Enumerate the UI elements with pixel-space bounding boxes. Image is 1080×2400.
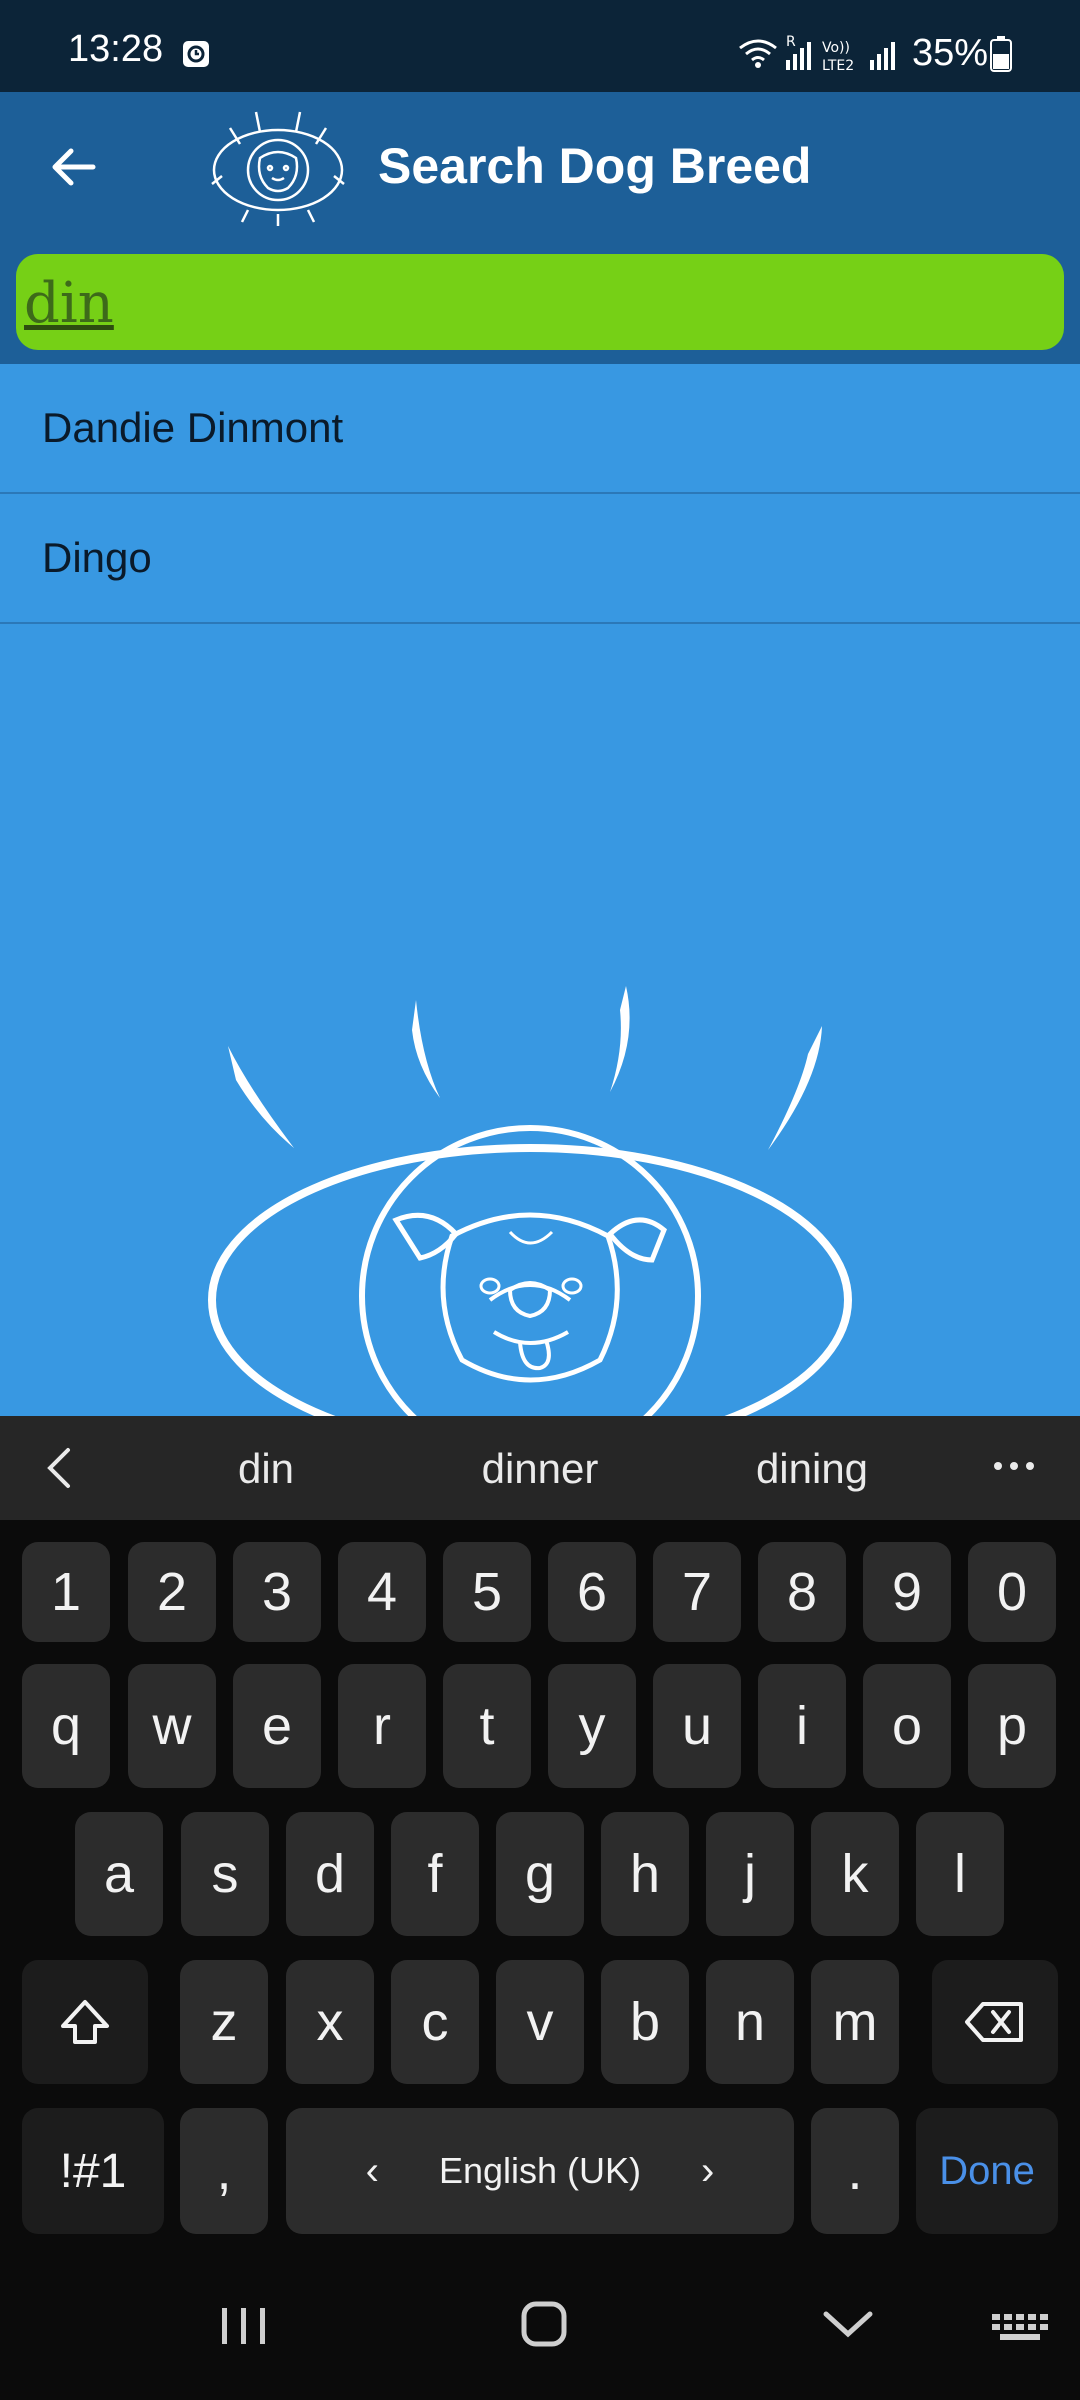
key-e[interactable]: e [233,1664,321,1788]
chevron-right-icon: › [701,2148,715,2193]
key-l[interactable]: l [916,1812,1004,1936]
period-key[interactable]: . [811,2108,899,2234]
key-5[interactable]: 5 [443,1542,531,1642]
key-b[interactable]: b [601,1960,689,2084]
backspace-icon [965,2002,1023,2042]
battery-percent: 35% [912,32,989,74]
search-box[interactable] [16,254,1064,350]
key-z[interactable]: z [180,1960,268,2084]
status-bar: 13:28 R Vo)) LTE2 35% [0,0,1080,92]
home-icon[interactable] [504,2290,584,2360]
battery-icon [990,36,1012,72]
alarm-icon [183,41,209,67]
key-w[interactable]: w [128,1664,216,1788]
key-f[interactable]: f [391,1812,479,1936]
recent-apps-icon[interactable] [204,2290,284,2360]
keyboard: 1 2 3 4 5 6 7 8 9 0 q w e r t y u i o p … [0,1520,1080,2250]
nav-bar [0,2250,1080,2400]
chevron-left-icon: ‹ [365,2148,379,2193]
key-0[interactable]: 0 [968,1542,1056,1642]
dog-watermark-logo [208,986,852,1420]
list-item-dingo[interactable]: Dingo [0,494,1080,624]
key-1[interactable]: 1 [22,1542,110,1642]
shift-icon [61,2000,109,2044]
signal-roaming-icon: R [786,34,811,70]
key-h[interactable]: h [601,1812,689,1936]
done-key[interactable]: Done [916,2108,1058,2234]
result-list: Dandie Dinmont Dingo [0,364,1080,624]
key-r[interactable]: r [338,1664,426,1788]
key-4[interactable]: 4 [338,1542,426,1642]
page-title: Search Dog Breed [378,138,812,194]
app-bar: Search Dog Breed [0,92,1080,240]
key-o[interactable]: o [863,1664,951,1788]
comma-key[interactable]: , [180,2108,268,2234]
more-icon[interactable] [984,1436,1044,1496]
chevron-left-icon[interactable] [30,1438,90,1498]
key-t[interactable]: t [443,1664,531,1788]
suggestion-dining[interactable]: dining [712,1444,912,1494]
key-g[interactable]: g [496,1812,584,1936]
svg-text:Vo)): Vo)) [822,40,850,56]
key-j[interactable]: j [706,1812,794,1936]
key-y[interactable]: y [548,1664,636,1788]
key-8[interactable]: 8 [758,1542,846,1642]
suggestion-dinner[interactable]: dinner [440,1444,640,1494]
chevron-down-icon[interactable] [808,2290,888,2360]
key-2[interactable]: 2 [128,1542,216,1642]
dog-logo-icon [211,111,345,226]
arrow-back-icon [52,148,96,186]
search-input[interactable] [24,268,1024,338]
list-item-dandie-dinmont[interactable]: Dandie Dinmont [0,364,1080,494]
suggestion-din[interactable]: din [166,1444,366,1494]
key-q[interactable]: q [22,1664,110,1788]
key-n[interactable]: n [706,1960,794,2084]
key-x[interactable]: x [286,1960,374,2084]
search-band [0,240,1080,364]
volte-icon: Vo)) LTE2 [822,40,854,74]
key-i[interactable]: i [758,1664,846,1788]
keyboard-icon[interactable] [980,2290,1060,2360]
svg-text:LTE2: LTE2 [822,58,854,74]
backspace-key[interactable] [932,1960,1058,2084]
suggestion-strip: din dinner dining [0,1416,1080,1520]
key-a[interactable]: a [75,1812,163,1936]
shift-key[interactable] [22,1960,148,2084]
key-p[interactable]: p [968,1664,1056,1788]
key-s[interactable]: s [181,1812,269,1936]
signal-icon [870,42,895,70]
key-3[interactable]: 3 [233,1542,321,1642]
back-button[interactable] [28,122,118,212]
wifi-icon [739,39,777,62]
key-v[interactable]: v [496,1960,584,2084]
key-c[interactable]: c [391,1960,479,2084]
space-label: English (UK) [438,2150,642,2191]
key-6[interactable]: 6 [548,1542,636,1642]
key-k[interactable]: k [811,1812,899,1936]
svg-text:R: R [786,34,796,50]
key-7[interactable]: 7 [653,1542,741,1642]
key-d[interactable]: d [286,1812,374,1936]
symbols-key[interactable]: !#1 [22,2108,164,2234]
status-time: 13:28 [68,28,164,70]
key-9[interactable]: 9 [863,1542,951,1642]
space-key[interactable]: ‹ English (UK) › [286,2108,794,2234]
key-m[interactable]: m [811,1960,899,2084]
key-u[interactable]: u [653,1664,741,1788]
